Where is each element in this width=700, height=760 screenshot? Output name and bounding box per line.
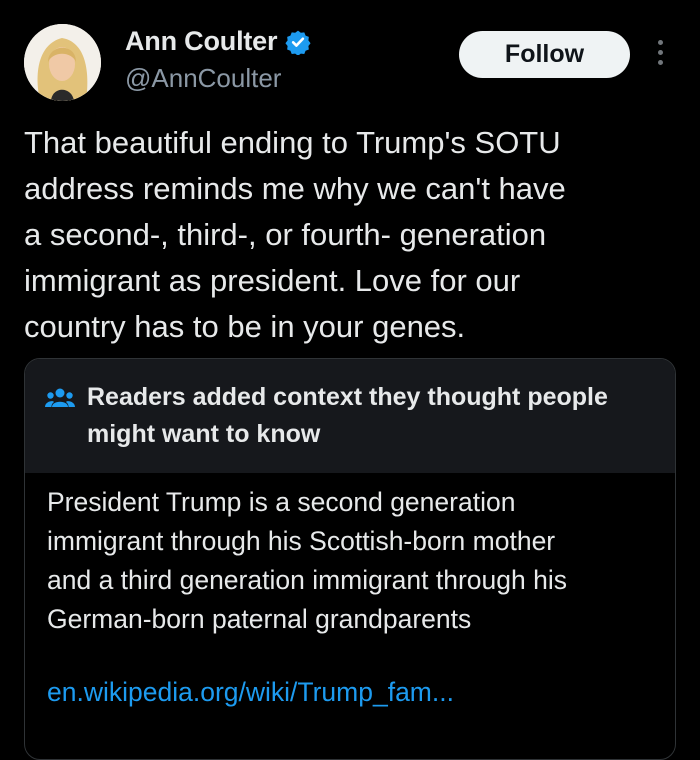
tweet-text: That beautiful ending to Trump's SOTU ad… [24, 125, 566, 344]
community-note-header: Readers added context they thought peopl… [25, 359, 675, 473]
community-note-card: Readers added context they thought peopl… [24, 358, 676, 760]
avatar[interactable] [24, 24, 101, 101]
community-note-body: President Trump is a second generation i… [47, 487, 567, 634]
community-note-title: Readers added context they thought peopl… [87, 383, 608, 448]
follow-button[interactable]: Follow [459, 31, 630, 78]
more-vertical-icon[interactable] [650, 40, 670, 70]
community-note-source-link[interactable]: en.wikipedia.org/wiki/Trump_fam... [47, 677, 454, 708]
people-icon [45, 388, 75, 407]
display-name[interactable]: Ann Coulter [125, 26, 277, 57]
name-row: Ann Coulter [125, 26, 311, 57]
user-handle[interactable]: @AnnCoulter [125, 63, 281, 94]
avatar-image [24, 24, 101, 101]
verified-badge-icon [285, 30, 311, 55]
